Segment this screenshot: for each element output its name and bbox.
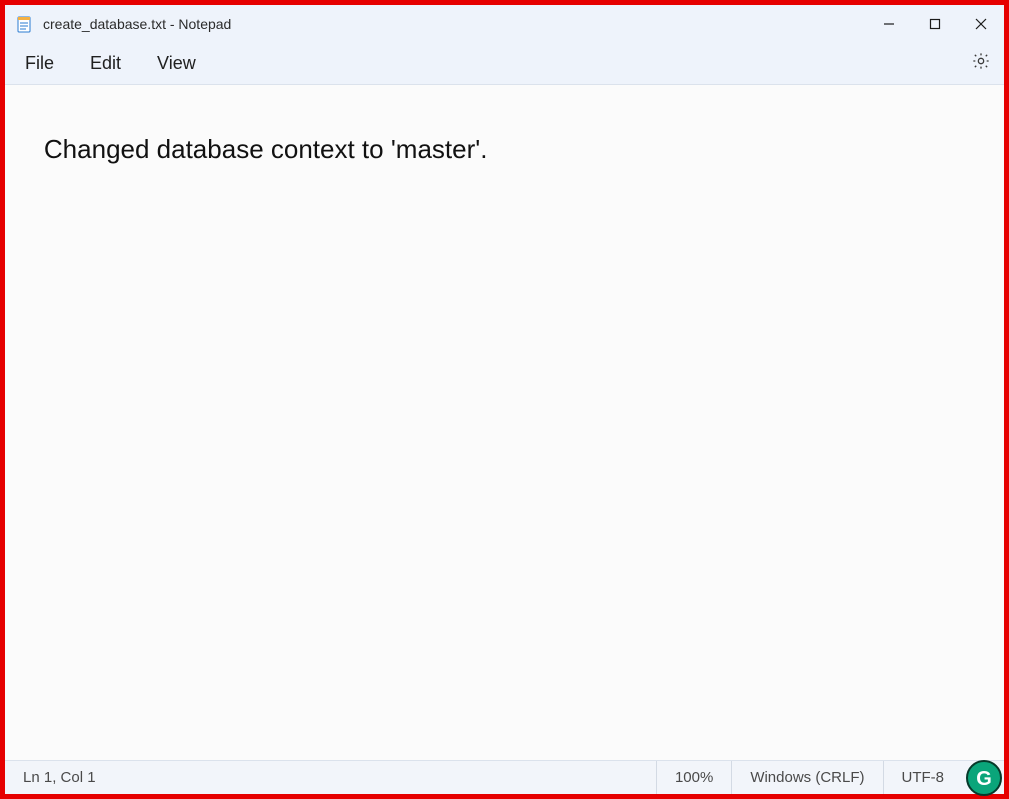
notepad-app-icon — [15, 15, 33, 33]
grammarly-icon: G — [976, 768, 992, 791]
grammarly-badge[interactable]: G — [966, 760, 1002, 796]
status-bar: Ln 1, Col 1 100% Windows (CRLF) UTF-8 G — [5, 760, 1004, 794]
minimize-button[interactable] — [866, 5, 912, 43]
menu-file[interactable]: File — [11, 47, 68, 80]
status-zoom[interactable]: 100% — [656, 761, 731, 794]
window-controls — [866, 5, 1004, 43]
menu-bar: File Edit View — [5, 43, 1004, 85]
status-line-ending: Windows (CRLF) — [731, 761, 882, 794]
status-cursor-position: Ln 1, Col 1 — [5, 761, 114, 794]
title-bar[interactable]: create_database.txt - Notepad — [5, 5, 1004, 43]
text-editor[interactable]: Changed database context to 'master'. — [5, 85, 1004, 760]
notepad-window: create_database.txt - Notepad File Edit … — [0, 0, 1009, 799]
maximize-button[interactable] — [912, 5, 958, 43]
gear-icon — [971, 51, 991, 76]
settings-button[interactable] — [964, 47, 998, 81]
close-button[interactable] — [958, 5, 1004, 43]
window-title: create_database.txt - Notepad — [43, 16, 231, 32]
menu-edit[interactable]: Edit — [76, 47, 135, 80]
editor-content: Changed database context to 'master'. — [44, 134, 488, 164]
menu-view[interactable]: View — [143, 47, 210, 80]
